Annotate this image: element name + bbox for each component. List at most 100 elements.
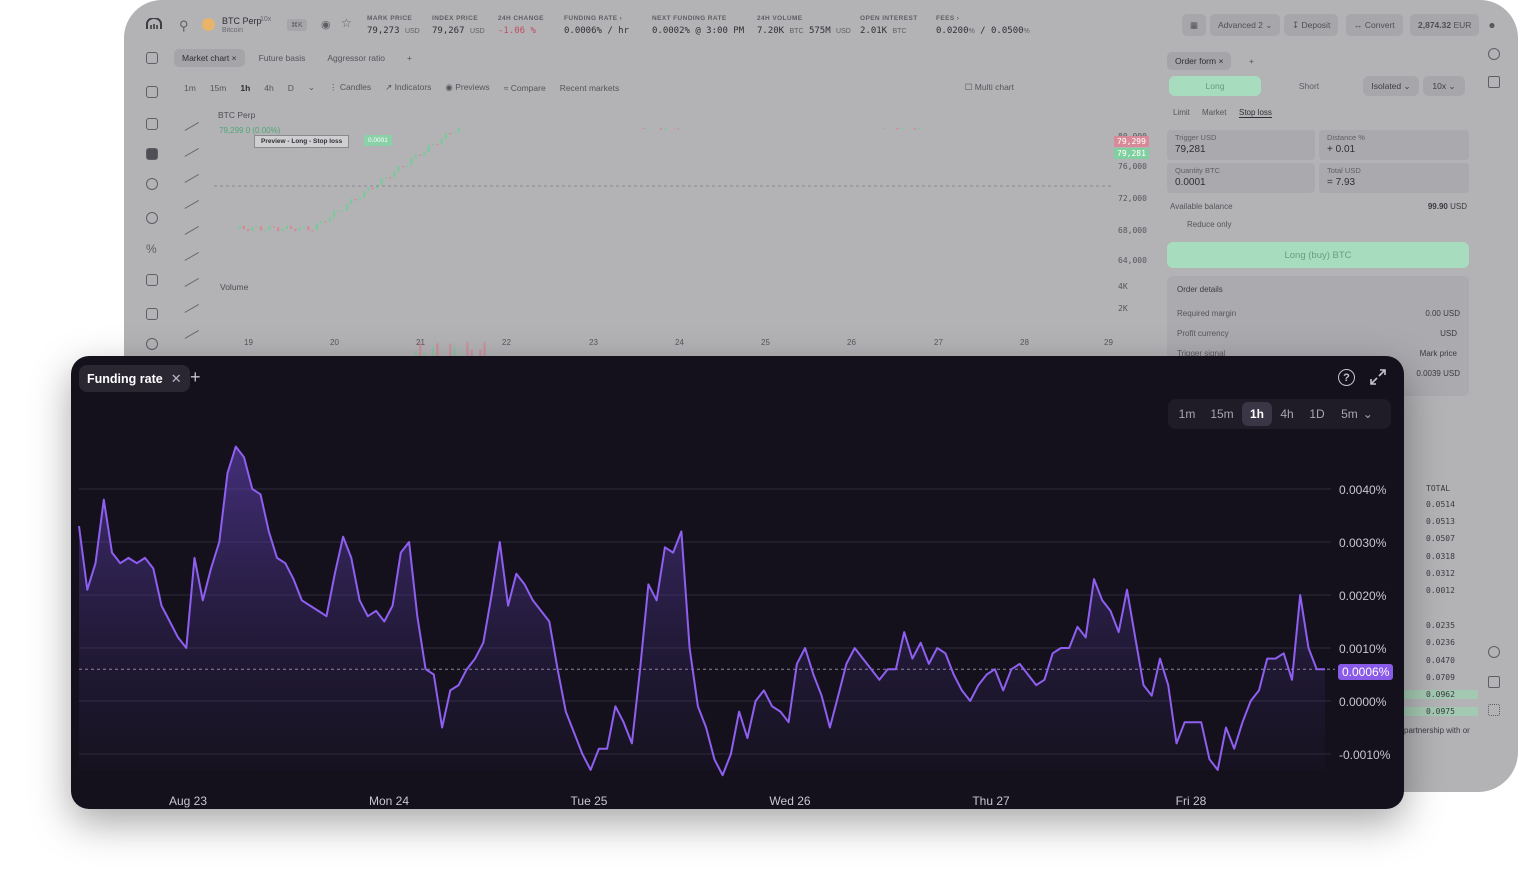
- trigger-price-field[interactable]: Trigger USD 79,281: [1167, 130, 1315, 160]
- watchlist-star-icon[interactable]: [1488, 76, 1500, 88]
- crosshair-icon[interactable]: [177, 109, 199, 131]
- tab-future-basis[interactable]: Future basis: [251, 49, 314, 67]
- tab-order-form[interactable]: Order form ×: [1167, 52, 1232, 70]
- candle: [642, 128, 645, 130]
- tf-d[interactable]: D: [288, 83, 294, 93]
- recent-markets-button[interactable]: Recent markets: [560, 83, 620, 93]
- history-icon[interactable]: [146, 338, 158, 350]
- pattern-icon[interactable]: [177, 187, 199, 209]
- tab-market-chart[interactable]: Market chart ×: [174, 49, 245, 67]
- tab-aggressor-ratio[interactable]: Aggressor ratio: [319, 49, 393, 67]
- tf-1m[interactable]: 1m: [1172, 402, 1202, 426]
- total-field[interactable]: Total USD = 7.93: [1319, 163, 1469, 193]
- market-name[interactable]: BTC Perp: [222, 16, 262, 26]
- indicators-button[interactable]: ↗ Indicators: [385, 82, 431, 93]
- favorite-star-icon[interactable]: ☆: [341, 16, 352, 30]
- add-tab-icon[interactable]: +: [190, 367, 201, 388]
- orderbook-row[interactable]: 0.0962: [1404, 690, 1478, 699]
- trade-icon[interactable]: [146, 148, 158, 160]
- tf-15m[interactable]: 15m: [210, 83, 227, 93]
- tf-4h[interactable]: 4h: [1272, 402, 1302, 426]
- short-toggle[interactable]: Short: [1263, 76, 1355, 96]
- tab-funding-rate[interactable]: Funding rate ✕: [79, 365, 190, 392]
- markets-icon[interactable]: [146, 86, 158, 98]
- search-icon[interactable]: ⚲: [179, 18, 189, 34]
- x-tick-label: Wed 26: [769, 794, 811, 808]
- fib-icon[interactable]: [177, 161, 199, 183]
- stat-funding-rate[interactable]: FUNDING RATE › 0.0006% / hr: [564, 15, 629, 36]
- y-tick-label: -0.0010%: [1339, 748, 1391, 762]
- deposit-button[interactable]: ↧ Deposit: [1284, 14, 1339, 36]
- channel-icon[interactable]: [177, 213, 199, 235]
- orderbook-row[interactable]: 0.0513: [1404, 517, 1478, 526]
- help-icon[interactable]: ?: [1338, 369, 1355, 386]
- balance-display[interactable]: 2,874.32 EUR: [1410, 14, 1480, 36]
- percent-icon[interactable]: %: [146, 242, 158, 256]
- reduce-only-checkbox[interactable]: Reduce only: [1187, 220, 1231, 229]
- calendar-icon[interactable]: [146, 308, 158, 320]
- stat-fees[interactable]: FEES › 0.0200% / 0.0500%: [936, 15, 1030, 36]
- apps-grid-icon[interactable]: [1488, 704, 1500, 716]
- tf-more-chevron-icon[interactable]: ⌄: [308, 82, 315, 93]
- tf-1d[interactable]: 1D: [1302, 402, 1332, 426]
- orderbook-row[interactable]: 0.0709: [1404, 673, 1478, 682]
- quantity-field[interactable]: Quantity BTC 0.0001: [1167, 163, 1315, 193]
- staking-icon[interactable]: [146, 212, 158, 224]
- orderbook-row[interactable]: 0.0514: [1404, 500, 1478, 509]
- brush-icon[interactable]: [177, 239, 199, 261]
- price-tick: 64,000: [1118, 256, 1147, 265]
- trendline-icon[interactable]: [177, 135, 199, 157]
- convert-button[interactable]: ↔ Convert: [1346, 14, 1403, 36]
- orderbook-row[interactable]: 0.0312: [1404, 569, 1478, 578]
- orderbook-row[interactable]: 0.0236: [1404, 638, 1478, 647]
- margin-mode-select[interactable]: Isolated ⌄: [1363, 76, 1419, 96]
- tf-4h[interactable]: 4h: [264, 83, 273, 93]
- interval-select[interactable]: 5m ⌄: [1332, 402, 1382, 426]
- emoji-icon[interactable]: [177, 291, 199, 313]
- home-icon[interactable]: [146, 52, 158, 64]
- distance-field[interactable]: Distance % + 0.01: [1319, 130, 1469, 160]
- earn-icon[interactable]: [146, 178, 158, 190]
- close-tab-icon[interactable]: ✕: [171, 371, 182, 387]
- order-type-limit[interactable]: Limit: [1173, 108, 1190, 117]
- candle: [414, 154, 417, 159]
- add-tab-icon[interactable]: +: [1241, 52, 1262, 70]
- tf-1m[interactable]: 1m: [184, 83, 196, 93]
- portfolio-icon[interactable]: [146, 118, 158, 130]
- notifications-icon[interactable]: [1488, 48, 1500, 60]
- nft-icon[interactable]: [146, 274, 158, 286]
- orderbook-row[interactable]: 0.0507: [1404, 534, 1478, 543]
- account-user-icon[interactable]: ☻: [1480, 14, 1504, 36]
- leverage-select[interactable]: 10x ⌄: [1423, 76, 1465, 96]
- text-icon[interactable]: [177, 265, 199, 287]
- order-type-market[interactable]: Market: [1202, 108, 1226, 117]
- alert-bell-icon[interactable]: ◉: [321, 18, 331, 31]
- price-candles-chart[interactable]: [214, 128, 1114, 378]
- candles-button[interactable]: ⋮ Candles: [329, 82, 371, 93]
- docs-book-icon[interactable]: [1488, 676, 1500, 688]
- long-toggle[interactable]: Long: [1169, 76, 1261, 96]
- multi-chart-toggle[interactable]: ☐ Multi chart: [965, 82, 1014, 93]
- candle: [341, 210, 344, 212]
- orderbook-row[interactable]: 0.0318: [1404, 552, 1478, 561]
- order-details-title[interactable]: Order details: [1177, 285, 1223, 294]
- orderbook-row[interactable]: 0.0012: [1404, 586, 1478, 595]
- submit-long-button[interactable]: Long (buy) BTC: [1167, 242, 1469, 268]
- layout-grid-icon[interactable]: ▦: [1182, 14, 1206, 36]
- expand-icon[interactable]: [1369, 368, 1387, 386]
- profit-currency-select[interactable]: USD: [1357, 329, 1457, 338]
- layout-select[interactable]: Advanced 2 ⌄: [1210, 14, 1281, 36]
- add-tab-icon[interactable]: +: [399, 49, 420, 67]
- order-type-stop-loss[interactable]: Stop loss: [1239, 108, 1272, 118]
- ruler-icon[interactable]: [177, 317, 199, 339]
- compare-button[interactable]: ≈ Compare: [504, 83, 546, 93]
- orderbook-row[interactable]: 0.0975: [1404, 707, 1478, 716]
- tf-15m[interactable]: 15m: [1202, 402, 1242, 426]
- market-chart-panel: Market chart × Future basis Aggressor ra…: [174, 46, 1164, 376]
- orderbook-row[interactable]: 0.0470: [1404, 656, 1478, 665]
- help-icon[interactable]: [1488, 646, 1500, 658]
- tf-1h[interactable]: 1h: [240, 83, 250, 93]
- tf-1h[interactable]: 1h: [1242, 402, 1272, 426]
- orderbook-row[interactable]: 0.0235: [1404, 621, 1478, 630]
- previews-button[interactable]: ◉ Previews: [445, 82, 489, 93]
